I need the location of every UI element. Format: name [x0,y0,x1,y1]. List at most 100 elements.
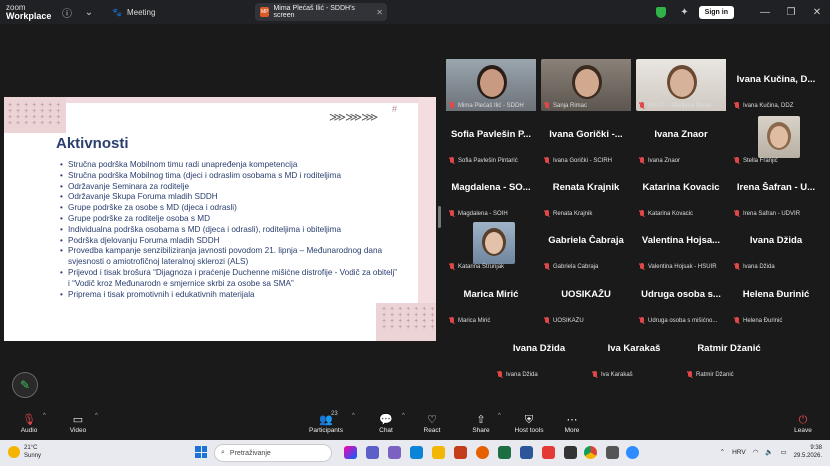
app-icon-powerpoint[interactable] [454,446,467,459]
windows-start-icon[interactable] [195,446,207,458]
participant-tile[interactable]: Ivana Znaor Ivana Znaor [636,114,726,166]
audio-caret-icon[interactable]: ^ [43,413,46,419]
weather-widget[interactable]: 21°C Sunny [8,444,41,460]
tab-meeting[interactable]: 🐾 Meeting [112,8,155,17]
sparkle-icon[interactable]: ✦ [680,7,688,18]
participant-tile[interactable]: Irena Šafran - U... Irena Šafran - UDVIR [731,167,821,219]
splitter-handle[interactable] [438,206,441,228]
participant-tile[interactable]: Mima Plećaš Ilić - SDDH [446,59,536,111]
participant-name-large: Valentina Hojsa... [641,235,721,246]
meeting-toolbar: 🎙 Audio ^ ▭ Video ^ 👥 23 Participants ^ … [0,407,830,440]
mic-muted-icon [734,263,740,270]
app-icon-excel[interactable] [498,446,511,459]
app-icon-store[interactable] [564,446,577,459]
chat-caret-icon[interactable]: ^ [402,413,405,419]
participant-caption: Renata Krajnik [544,210,629,217]
participant-face [485,232,503,254]
close-window-icon[interactable]: ✕ [804,7,830,18]
participant-tile[interactable]: Ivana Džida Ivana Džida [494,328,584,380]
app-icon-word[interactable] [520,446,533,459]
participants-button[interactable]: 👥 23 Participants [306,407,346,440]
participant-name-large: Ivana Znaor [654,129,708,140]
app-icon-settings[interactable] [606,446,619,459]
volume-icon[interactable]: 🔈 [765,448,773,456]
participant-tile[interactable]: UOSIKAŽU UOSIKAŽU [541,274,631,326]
app-icon-firefox[interactable] [476,446,489,459]
react-button[interactable]: ♡ React [422,407,442,440]
leave-button[interactable]: ⏻ Leave [792,407,814,440]
participant-tile[interactable]: Ivana Džida Ivana Džida [731,220,821,272]
participants-caret-icon[interactable]: ^ [352,413,355,419]
app-icon-teams-classic[interactable] [388,446,401,459]
participant-tile[interactable]: Ratmir Džanić Ratmir Džanić [684,328,774,380]
participant-name-large: Helena Đurinić [742,289,810,300]
participant-tile[interactable]: Gabriela Čabraja Gabriela Čabraja [541,220,631,272]
restore-icon[interactable]: ❐ [778,7,804,18]
battery-icon[interactable]: ▭ [780,448,786,456]
participant-tile[interactable]: Ivana Gorički -... Ivana Gorički - SCIRH [541,114,631,166]
app-icon-zoom[interactable] [626,446,639,459]
participant-tile[interactable]: HSUTI - Marijana Borac [636,59,726,111]
wifi-icon[interactable]: ◠ [753,448,759,456]
chevron-down-icon[interactable]: ⌄ [78,0,100,24]
app-icon-copilot[interactable] [344,446,357,459]
participant-tile[interactable]: Helena Đurinić Helena Đurinić [731,274,821,326]
system-tray: ⌃ HRV ◠ 🔈 ▭ 9:38 29.5.2026. [720,444,822,460]
mic-muted-icon [639,210,645,217]
audio-button[interactable]: 🎙 Audio [18,407,40,440]
participant-tile[interactable]: Katarina Kovacic Katarina Kovacic [636,167,726,219]
app-icon-chrome[interactable] [584,446,597,459]
participant-tile[interactable]: Iva Karakaš Iva Karakaš [589,328,679,380]
participant-caption-name: UOSIKAŽU [553,317,584,324]
participant-tile[interactable]: Renata Krajnik Renata Krajnik [541,167,631,219]
participant-tile[interactable]: Stella Franjić [731,114,821,166]
minimize-icon[interactable]: — [752,7,778,18]
participant-tile[interactable]: Magdalena - SO... Magdalena - SOIH [446,167,536,219]
sign-in-button[interactable]: Sign in [698,5,734,19]
mic-muted-icon [544,157,550,164]
close-icon[interactable]: ✕ [376,8,383,17]
slide-bullet-list: Stručna podrška Mobilnom timu radi unapr… [60,160,400,300]
slide-bullet-item: Grupe podrške za osobe s MD (djeca i odr… [60,203,400,214]
participant-caption-name: Helena Đurinić [743,317,783,324]
tab-shared-screen[interactable]: MP Mima Plećaš Ilić - SDDH's screen ✕ [255,3,387,21]
info-icon[interactable]: ⓘ [56,0,78,24]
participant-tile[interactable]: Sanja Rimac [541,59,631,111]
host-tools-button[interactable]: ⛨ Host tools [512,407,546,440]
video-button[interactable]: ▭ Video [66,407,90,440]
chevron-up-icon[interactable]: ⌃ [720,448,725,456]
share-screen-icon: ⇧ [476,414,486,426]
app-icon-file-explorer[interactable] [432,446,445,459]
participant-tile[interactable]: Udruga osoba s... Udruga osoba s mišićno.… [636,274,726,326]
taskbar-search[interactable]: ⌕ Pretraživanje [214,444,332,462]
app-icon-teams[interactable] [366,446,379,459]
participant-tile[interactable]: Ivana Kučina, D... Ivana Kučina, DDZ [731,59,821,111]
slide-bullet-item: Individualna podrška osobama s MD (djeca… [60,225,400,236]
share-button[interactable]: ⇧ Share [470,407,492,440]
participant-caption: UOSIKAŽU [544,317,629,324]
language-indicator[interactable]: HRV [732,449,746,456]
annotate-pencil-icon[interactable]: ✎ [12,372,38,398]
participant-face [770,126,788,148]
participant-tile[interactable]: Marica Mirić Marica Mirić [446,274,536,326]
participant-name-large: Ivana Džida [749,235,803,246]
shield-icon[interactable] [656,6,667,18]
mic-muted-icon [639,263,645,270]
participant-name-large: UOSIKAŽU [561,289,611,300]
app-icon-acrobat[interactable] [542,446,555,459]
participant-tile[interactable]: Katarina Strunjak [446,220,536,272]
app-icon-edge[interactable] [410,446,423,459]
participant-caption: Ivana Džida [497,371,582,378]
clock[interactable]: 9:38 29.5.2026. [794,444,822,460]
participant-caption-name: Mima Plećaš Ilić - SDDH [458,102,524,109]
mic-muted-icon [449,102,455,109]
participant-name-large: Marica Mirić [463,289,519,300]
video-caret-icon[interactable]: ^ [95,413,98,419]
more-button[interactable]: ⋯ More [562,407,582,440]
participant-tile[interactable]: Valentina Hojsa... Valentina Hojsak - HSU… [636,220,726,272]
participant-name-large: Renata Krajnik [552,182,620,193]
participant-name-large: Ivana Gorički -... [549,129,623,140]
share-caret-icon[interactable]: ^ [498,413,501,419]
participant-tile[interactable]: Sofia Pavlešin P... Sofia Pavlešin Pintar… [446,114,536,166]
chat-button[interactable]: 💬 Chat [376,407,396,440]
